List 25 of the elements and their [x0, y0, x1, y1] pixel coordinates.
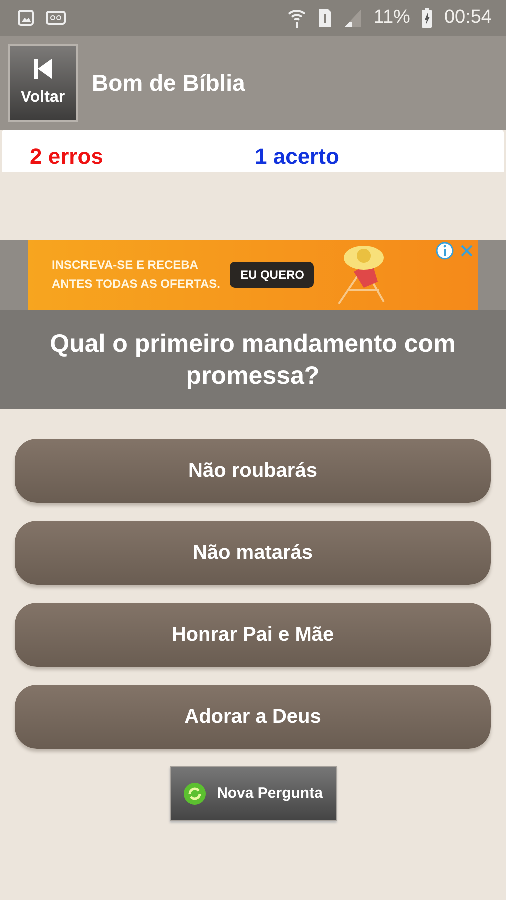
info-icon[interactable]: [436, 242, 454, 260]
battery-percentage: 11%: [374, 7, 410, 29]
new-question-button[interactable]: Nova Pergunta: [170, 766, 336, 821]
ad-text: ANTES TODAS AS OFERTAS.: [52, 276, 220, 293]
back-button[interactable]: Voltar: [8, 44, 78, 122]
signal-icon: [344, 9, 362, 27]
clock: 00:54: [444, 7, 492, 29]
answer-button[interactable]: Não matarás: [15, 521, 491, 585]
skip-back-icon: [34, 59, 52, 79]
image-icon: [18, 10, 34, 26]
app-title: Bom de Bíblia: [92, 70, 246, 96]
question-text: Qual o primeiro mandamento com promessa?: [0, 310, 506, 409]
ad-cta-button[interactable]: EU QUERO: [230, 262, 314, 288]
refresh-icon: [183, 782, 208, 806]
answer-button[interactable]: Honrar Pai e Mãe: [15, 603, 491, 667]
answer-button[interactable]: Adorar a Deus: [15, 685, 491, 749]
answer-button[interactable]: Não roubarás: [15, 439, 491, 503]
battery-charging-icon: [422, 8, 432, 28]
score-text: 2 erros: [30, 144, 104, 170]
voicemail-icon: [46, 11, 66, 25]
score-text: 1 acerto: [255, 144, 340, 170]
advertisement[interactable]: INSCREVA-SE E RECEBA ANTES TODAS AS OFERTAS. EU QUERO: [28, 240, 478, 310]
sim-card-icon: [318, 8, 332, 28]
ad-text: INSCREVA-SE E RECEBA: [52, 257, 200, 274]
wifi-icon: [288, 8, 306, 28]
